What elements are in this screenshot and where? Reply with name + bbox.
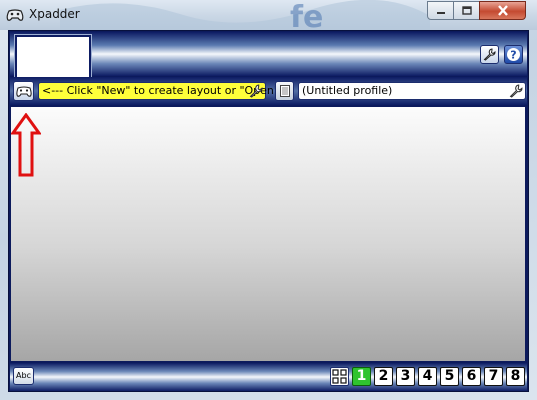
footer-band: Abc 1 2 3 4 5 6 7 8 [10, 363, 527, 391]
maximize-icon [461, 6, 472, 15]
wrench-icon[interactable] [509, 84, 523, 98]
main-panel: ? <--- Click "New" to create layout or "… [8, 30, 529, 392]
text-button[interactable]: Abc [13, 367, 34, 385]
set-button-7[interactable]: 7 [484, 367, 503, 386]
set-button-5[interactable]: 5 [440, 367, 459, 386]
minimize-icon [436, 11, 445, 14]
set-button-3[interactable]: 3 [396, 367, 415, 386]
layout-hint-text: <--- Click "New" to create layout or "Op… [42, 84, 279, 97]
maximize-button[interactable] [453, 1, 480, 20]
close-icon [497, 5, 508, 16]
controller-image-thumbnail[interactable] [15, 35, 91, 79]
gamepad-icon [15, 85, 32, 97]
profile-selector[interactable]: (Untitled profile) [298, 82, 526, 100]
wrench-icon[interactable] [249, 84, 263, 98]
red-arrow-annotation [11, 113, 41, 177]
svg-text:fe: fe [290, 0, 323, 30]
set-button-1[interactable]: 1 [352, 367, 371, 386]
set-button-8[interactable]: 8 [506, 367, 525, 386]
profile-name: (Untitled profile) [302, 84, 393, 97]
title-bar[interactable]: fe Xpadder [0, 0, 537, 30]
layout-selector[interactable]: <--- Click "New" to create layout or "Op… [38, 82, 279, 100]
layout-canvas[interactable] [11, 107, 525, 361]
sets-grid-button[interactable] [330, 367, 349, 386]
set-button-6[interactable]: 6 [462, 367, 481, 386]
sets-grid-icon [332, 369, 347, 384]
question-mark-icon: ? [507, 48, 520, 62]
set-button-2[interactable]: 2 [374, 367, 393, 386]
notepad-icon [279, 85, 290, 97]
svg-text:?: ? [510, 49, 516, 62]
close-button[interactable] [479, 1, 526, 20]
controller-button[interactable] [13, 81, 34, 101]
minimize-button[interactable] [427, 1, 454, 20]
wrench-icon [483, 48, 496, 61]
toolbar: <--- Click "New" to create layout or "Op… [10, 77, 527, 105]
header-band: ? [10, 32, 527, 79]
settings-button[interactable] [480, 45, 499, 64]
help-button[interactable]: ? [504, 45, 523, 64]
gamepad-icon [6, 9, 24, 21]
window-title: Xpadder [29, 7, 80, 21]
set-button-4[interactable]: 4 [418, 367, 437, 386]
title-background-art: fe [60, 0, 430, 30]
profile-notes-button[interactable] [275, 81, 294, 101]
